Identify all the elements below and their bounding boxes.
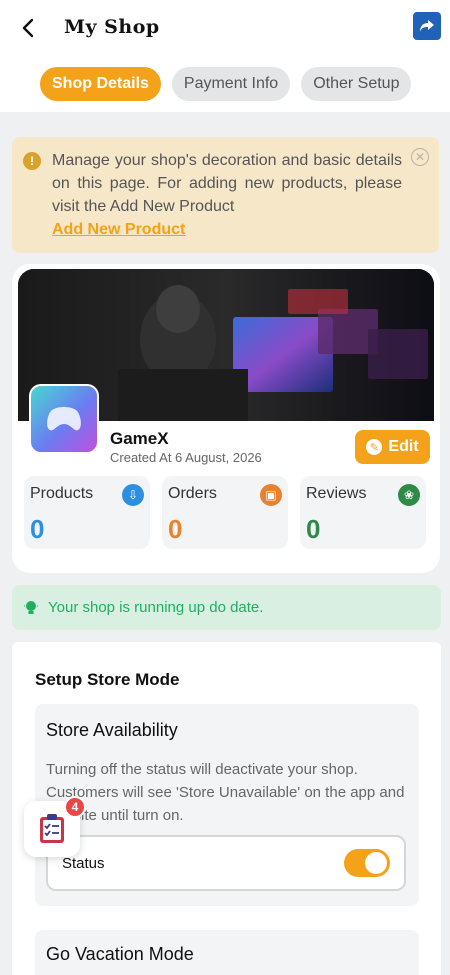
shop-name: GameX <box>110 429 169 448</box>
top-app-bar: My Shop Shop Details Payment Info Other … <box>0 0 450 112</box>
stat-products[interactable]: Products ⇩ 0 <box>24 476 150 549</box>
status-row: Status <box>46 835 406 891</box>
page-title: My Shop <box>64 16 160 38</box>
shop-created-date: Created At 6 August, 2026 <box>110 450 262 465</box>
products-icon: ⇩ <box>122 484 144 506</box>
share-icon <box>420 20 434 32</box>
info-notice-text: Manage your shop's decoration and basic … <box>52 152 402 215</box>
shop-card: GameX Created At 6 August, 2026 ✎ Edit P… <box>12 264 440 573</box>
edit-button[interactable]: ✎ Edit <box>355 430 430 464</box>
stat-value: 0 <box>168 514 183 544</box>
pencil-icon: ✎ <box>366 439 383 455</box>
shopping-bag-icon: ▣ <box>260 484 282 506</box>
lightbulb-icon <box>24 600 38 614</box>
store-availability-title: Store Availability <box>46 720 178 740</box>
close-icon[interactable]: ✕ <box>411 148 429 166</box>
status-label: Status <box>62 855 105 872</box>
shop-status-banner: Your shop is running up do date. <box>12 585 441 630</box>
back-arrow-icon <box>22 18 34 38</box>
stat-value: 0 <box>306 514 321 544</box>
shop-avatar[interactable] <box>29 384 99 454</box>
section-title: Setup Store Mode <box>35 670 180 689</box>
info-icon: ! <box>23 152 41 170</box>
stat-value: 0 <box>30 514 45 544</box>
stat-label: Orders <box>168 485 217 502</box>
tab-payment-info[interactable]: Payment Info <box>171 67 291 101</box>
info-notice: Manage your shop's decoration and basic … <box>12 137 439 253</box>
clipboard-icon <box>40 814 64 843</box>
stat-reviews[interactable]: Reviews ❀ 0 <box>300 476 426 549</box>
edit-button-label: Edit <box>388 438 419 455</box>
store-availability-description: Turning off the status will deactivate y… <box>46 761 405 824</box>
back-button[interactable] <box>14 14 42 42</box>
status-toggle[interactable] <box>344 849 390 877</box>
stat-orders[interactable]: Orders ▣ 0 <box>162 476 288 549</box>
stat-label: Products <box>30 485 94 502</box>
vacation-mode-title: Go Vacation Mode <box>46 944 194 964</box>
shop-status-text: Your shop is running up do date. <box>48 599 264 616</box>
tab-bar: Shop Details Payment Info Other Setup <box>40 67 412 101</box>
notification-badge: 4 <box>64 796 86 818</box>
tab-shop-details[interactable]: Shop Details <box>40 67 161 101</box>
toggle-knob <box>365 852 387 874</box>
share-button[interactable] <box>413 12 441 40</box>
vacation-mode-card: Go Vacation Mode <box>35 930 419 975</box>
tab-other-setup[interactable]: Other Setup <box>301 67 412 101</box>
stat-label: Reviews <box>306 485 367 502</box>
add-new-product-link[interactable]: Add New Product <box>52 218 425 241</box>
gamepad-icon <box>47 407 81 431</box>
paw-icon: ❀ <box>398 484 420 506</box>
